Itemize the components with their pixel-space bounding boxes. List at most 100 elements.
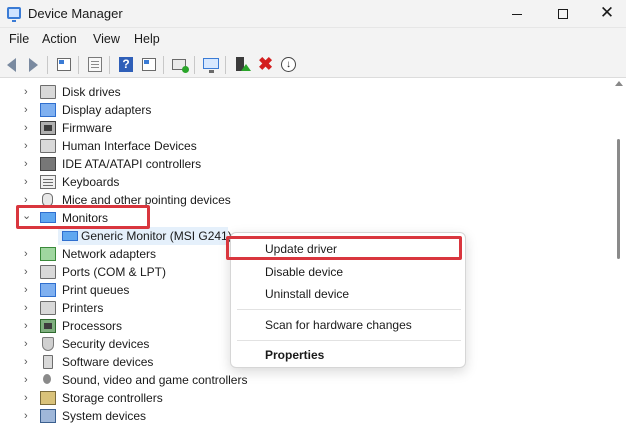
tree-item-label: Print queues: [62, 283, 130, 297]
chevron-right-icon[interactable]: ›: [24, 85, 28, 99]
tree-item-generic-monitor[interactable]: Generic Monitor (MSI G241): [58, 227, 232, 245]
security-device-icon: [42, 337, 54, 351]
tree-item-label: System devices: [62, 409, 147, 423]
scan-hardware-icon: [172, 59, 189, 73]
menu-file[interactable]: File: [9, 32, 29, 46]
printer-icon: [40, 301, 56, 315]
help-button[interactable]: ?: [117, 56, 135, 74]
chevron-right-icon[interactable]: ›: [24, 301, 28, 315]
title-bar: Device Manager ✕: [0, 0, 626, 28]
tree-item-system-devices[interactable]: › System devices: [0, 407, 420, 425]
minimize-button[interactable]: [494, 0, 540, 28]
storage-controller-icon: [40, 391, 56, 405]
update-driver-toolbar-button[interactable]: [233, 56, 251, 74]
disable-toolbar-button[interactable]: ↓: [280, 56, 298, 74]
keyboard-icon: [40, 175, 56, 189]
toolbar-separator: [225, 56, 226, 74]
properties-icon: [88, 57, 102, 72]
back-button[interactable]: [4, 56, 22, 74]
chevron-right-icon[interactable]: ›: [24, 265, 28, 279]
chevron-right-icon[interactable]: ›: [24, 121, 28, 135]
uninstall-icon: ✖: [258, 54, 274, 74]
menu-item-disable-device[interactable]: Disable device: [265, 265, 343, 279]
chevron-right-icon[interactable]: ›: [24, 175, 28, 189]
print-queue-icon: [40, 283, 56, 297]
scan-hardware-button[interactable]: [171, 56, 189, 74]
close-icon: ✕: [599, 3, 615, 22]
maximize-icon: [558, 9, 568, 20]
uninstall-toolbar-button[interactable]: ✖: [257, 54, 275, 74]
chevron-right-icon[interactable]: ›: [24, 391, 28, 405]
tree-item-label: Human Interface Devices: [62, 139, 197, 153]
scroll-up-arrow-icon[interactable]: [615, 81, 623, 86]
view-icon: [142, 58, 156, 71]
update-driver-highlight-box: [226, 236, 462, 260]
tree-item-label: Security devices: [62, 337, 150, 351]
close-button[interactable]: ✕: [584, 0, 626, 28]
chevron-right-icon[interactable]: ›: [24, 247, 28, 261]
tree-item-label: Network adapters: [62, 247, 157, 261]
port-icon: [40, 265, 56, 279]
ide-controller-icon: [40, 157, 56, 171]
network-adapter-icon: [40, 247, 56, 261]
tree-item-label: Printers: [62, 301, 104, 315]
monitor-button[interactable]: [202, 56, 220, 74]
vertical-scrollbar[interactable]: [612, 79, 626, 432]
console-tree-button[interactable]: [55, 56, 73, 74]
show-hide-console-tree-icon: [57, 58, 71, 71]
scrollbar-thumb[interactable]: [617, 139, 620, 259]
tree-item-label: Ports (COM & LPT): [62, 265, 167, 279]
toolbar: ? ✖ ↓: [0, 52, 626, 78]
device-manager-app-icon: [7, 7, 21, 22]
tree-item-label: Storage controllers: [62, 391, 163, 405]
minimize-icon: [512, 13, 522, 15]
tree-item-keyboards[interactable]: › Keyboards: [0, 173, 420, 191]
tree-item-label: IDE ATA/ATAPI controllers: [62, 157, 202, 171]
tree-item-sound-controllers[interactable]: › Sound, video and game controllers: [0, 371, 420, 389]
menu-action[interactable]: Action: [42, 32, 77, 46]
maximize-button[interactable]: [540, 0, 586, 28]
toolbar-separator: [194, 56, 195, 74]
menu-item-scan-hardware[interactable]: Scan for hardware changes: [265, 318, 412, 332]
menu-separator: [237, 340, 461, 341]
chevron-right-icon[interactable]: ›: [24, 373, 28, 387]
chevron-right-icon[interactable]: ›: [24, 283, 28, 297]
tree-item-storage-controllers[interactable]: › Storage controllers: [0, 389, 420, 407]
chevron-right-icon[interactable]: ›: [24, 319, 28, 333]
display-adapter-icon: [40, 103, 56, 117]
tree-item-label: Keyboards: [62, 175, 120, 189]
system-device-icon: [40, 409, 56, 423]
menu-view[interactable]: View: [93, 32, 120, 46]
toolbar-separator: [47, 56, 48, 74]
sound-controller-icon: [40, 373, 56, 387]
tree-item-label: Firmware: [62, 121, 112, 135]
firmware-icon: [40, 121, 56, 135]
tree-item-display-adapters[interactable]: › Display adapters: [0, 101, 420, 119]
chevron-right-icon[interactable]: ›: [24, 103, 28, 117]
help-icon: ?: [119, 57, 133, 72]
download-icon: ↓: [281, 57, 296, 72]
chevron-right-icon[interactable]: ›: [24, 337, 28, 351]
toolbar-separator: [163, 56, 164, 74]
menu-item-uninstall-device[interactable]: Uninstall device: [265, 287, 349, 301]
tree-item-label: Processors: [62, 319, 123, 333]
window-title: Device Manager: [28, 6, 123, 21]
tree-item-human-interface-devices[interactable]: › Human Interface Devices: [0, 137, 420, 155]
forward-button[interactable]: [24, 56, 42, 74]
tree-item-ide-controllers[interactable]: › IDE ATA/ATAPI controllers: [0, 155, 420, 173]
tree-item-label: Display adapters: [62, 103, 152, 117]
menu-help[interactable]: Help: [134, 32, 160, 46]
tree-item-firmware[interactable]: › Firmware: [0, 119, 420, 137]
properties-button[interactable]: [86, 56, 104, 74]
chevron-right-icon[interactable]: ›: [24, 409, 28, 423]
back-arrow-icon: [7, 58, 16, 72]
tree-item-label: Disk drives: [62, 85, 121, 99]
disk-drive-icon: [40, 85, 56, 99]
chevron-right-icon[interactable]: ›: [24, 157, 28, 171]
tree-item-label: Software devices: [62, 355, 154, 369]
chevron-right-icon[interactable]: ›: [24, 139, 28, 153]
tree-item-disk-drives[interactable]: › Disk drives: [0, 83, 420, 101]
view-button[interactable]: [140, 56, 158, 74]
chevron-right-icon[interactable]: ›: [24, 355, 28, 369]
menu-item-properties[interactable]: Properties: [265, 348, 324, 362]
